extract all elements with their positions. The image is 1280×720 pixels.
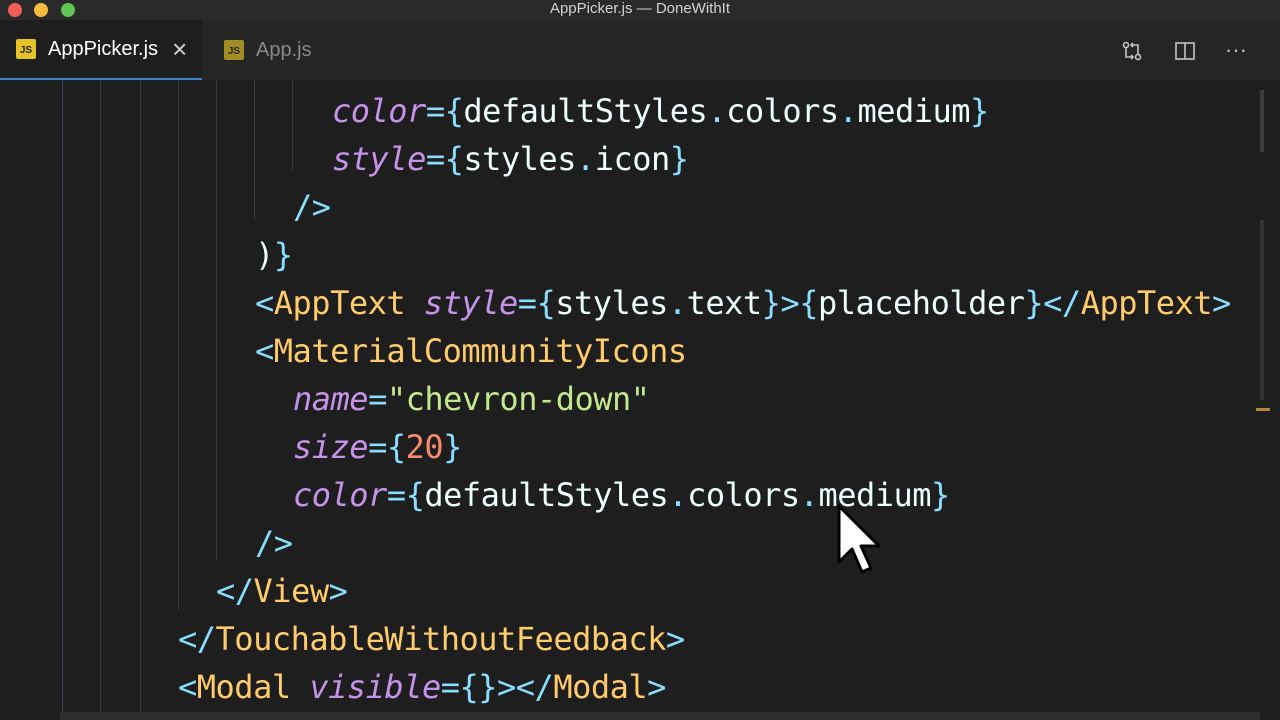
tab-app[interactable]: JS App.js — [210, 20, 340, 80]
code-line: <AppText style={styles.text}>{placeholde… — [255, 284, 1231, 322]
tab-label: App.js — [256, 38, 312, 61]
horizontal-scrollbar[interactable] — [60, 712, 1260, 720]
overview-ruler-mark — [1256, 408, 1270, 411]
split-editor-icon[interactable] — [1169, 20, 1201, 80]
code-line: <MaterialCommunityIcons — [255, 332, 687, 370]
close-tab-icon[interactable]: × — [172, 36, 187, 62]
more-actions-icon[interactable]: ··· — [1220, 20, 1252, 80]
code-line: color={defaultStyles.colors.medium} — [332, 92, 989, 130]
code-line: </View> — [216, 572, 348, 610]
code-line: /> — [293, 188, 331, 226]
code-line: style={styles.icon} — [332, 140, 689, 178]
tab-label: AppPicker.js — [48, 37, 159, 60]
code-line: color={defaultStyles.colors.medium} — [293, 476, 950, 514]
javascript-file-icon: JS — [224, 40, 244, 60]
code-line: size={20} — [293, 428, 462, 466]
title-bar: AppPicker.js — DoneWithIt — [0, 0, 1280, 20]
javascript-file-icon: JS — [16, 39, 36, 59]
mouse-cursor-icon — [837, 504, 881, 574]
tab-apppicker[interactable]: JS AppPicker.js × — [0, 20, 202, 80]
tab-bar: JS AppPicker.js × JS App.js — [0, 20, 1280, 80]
code-editor[interactable]: color={defaultStyles.colors.medium} styl… — [0, 80, 1280, 720]
overview-ruler-mark — [1260, 90, 1264, 152]
code-line: /> — [255, 524, 293, 562]
overview-ruler-mark — [1260, 220, 1264, 400]
code-line: name="chevron-down" — [293, 380, 650, 418]
code-line: </TouchableWithoutFeedback> — [178, 620, 685, 658]
window-title: AppPicker.js — DoneWithIt — [549, 0, 731, 17]
code-line: )} — [255, 236, 293, 274]
compare-changes-icon[interactable] — [1116, 20, 1148, 80]
code-line: <Modal visible={}></Modal> — [178, 668, 666, 706]
vertical-scrollbar[interactable] — [1256, 90, 1270, 411]
